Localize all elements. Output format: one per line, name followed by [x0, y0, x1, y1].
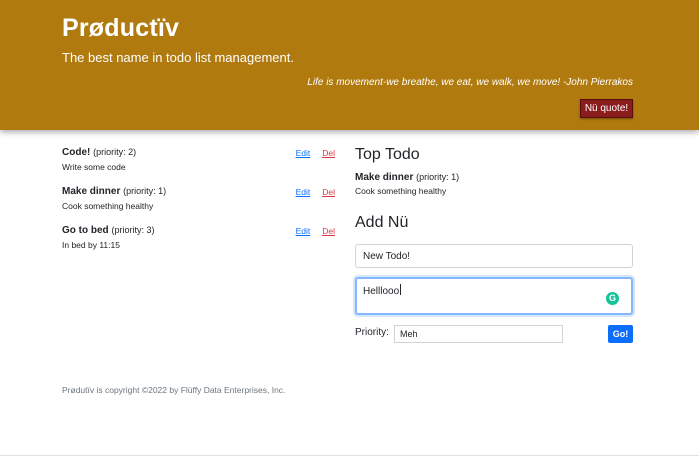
top-todo-title: Make dinner	[355, 172, 414, 183]
todo-title-input[interactable]	[355, 244, 633, 268]
text-caret	[400, 284, 402, 295]
list-item: Make dinner (priority: 1) Cook something…	[62, 184, 338, 223]
list-item: Code! (priority: 2) Write some code Edit…	[62, 145, 338, 184]
submit-button[interactable]: Go!	[608, 325, 633, 343]
todo-description-textarea[interactable]: Helllooo	[355, 277, 633, 315]
todo-actions: Edit Del	[296, 148, 335, 158]
todo-title: Make dinner	[62, 186, 121, 197]
todo-description: In bed by 11:15	[62, 240, 120, 250]
priority-select[interactable]: Meh	[394, 325, 563, 343]
edit-link[interactable]: Edit	[296, 148, 311, 158]
new-quote-button[interactable]: Nü quote!	[580, 99, 633, 118]
bottom-divider	[0, 455, 699, 456]
todo-list: Code! (priority: 2) Write some code Edit…	[62, 145, 338, 262]
priority-label: Priority:	[355, 327, 389, 338]
todo-priority: (priority: 2)	[93, 147, 137, 157]
tagline: The best name in todo list management.	[62, 50, 294, 65]
grammarly-icon[interactable]: G	[606, 292, 619, 305]
todo-title: Go to bed	[62, 225, 109, 236]
todo-actions: Edit Del	[296, 226, 335, 236]
textarea-text: Helllooo	[363, 286, 400, 297]
top-todo-priority: (priority: 1)	[416, 172, 460, 182]
brand-title: Prøductïv	[62, 14, 180, 42]
delete-link[interactable]: Del	[322, 226, 335, 236]
todo-actions: Edit Del	[296, 187, 335, 197]
quote-text: Life is movement-we breathe, we eat, we …	[307, 77, 633, 88]
todo-priority: (priority: 3)	[111, 225, 155, 235]
top-todo-title-line: Make dinner (priority: 1)	[355, 172, 459, 183]
todo-priority: (priority: 1)	[123, 186, 167, 196]
todo-description: Cook something healthy	[62, 201, 154, 211]
footer-copyright: Prødutïv is copyright ©2022 by Flüffy Da…	[62, 385, 286, 395]
edit-link[interactable]: Edit	[296, 226, 311, 236]
list-item: Go to bed (priority: 3) In bed by 11:15 …	[62, 223, 338, 262]
todo-title: Code!	[62, 147, 91, 158]
add-todo-heading: Add Nü	[355, 214, 409, 231]
edit-link[interactable]: Edit	[296, 187, 311, 197]
site-header: Prøductïv The best name in todo list man…	[0, 0, 699, 130]
delete-link[interactable]: Del	[322, 187, 335, 197]
top-todo-heading: Top Todo	[355, 146, 420, 163]
delete-link[interactable]: Del	[322, 148, 335, 158]
todo-description: Write some code	[62, 162, 126, 172]
top-todo-description: Cook something healthy	[355, 186, 447, 196]
